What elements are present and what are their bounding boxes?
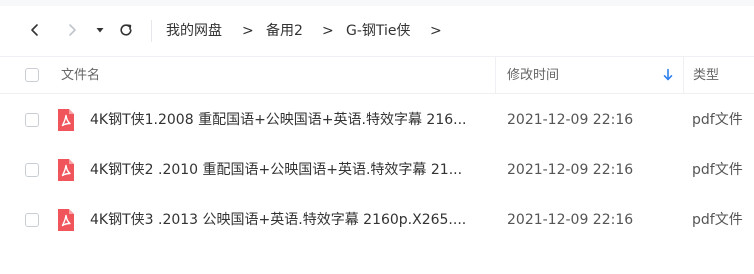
file-name: 4K钢T侠2 .2010 重配国语+公映国语+英语.特效字幕 21... <box>90 162 463 178</box>
row-checkbox[interactable] <box>25 213 39 227</box>
pdf-file-icon <box>58 209 74 231</box>
forward-button[interactable] <box>60 18 84 42</box>
chevron-left-icon <box>31 24 38 36</box>
breadcrumb-separator: > <box>430 23 442 39</box>
file-name: 4K钢T侠1.2008 重配国语+公映国语+英语.特效字幕 216... <box>90 112 467 128</box>
column-divider[interactable] <box>495 57 496 93</box>
file-type: pdf文件 <box>692 162 743 178</box>
back-button[interactable] <box>23 18 47 42</box>
file-modified-time: 2021-12-09 22:16 <box>507 112 634 128</box>
file-row[interactable]: 4K钢T侠1.2008 重配国语+公映国语+英语.特效字幕 216... 202… <box>0 95 754 145</box>
breadcrumb-folder-backup2[interactable]: 备用2 <box>266 22 303 40</box>
column-header-modified[interactable]: 修改时间 <box>507 67 559 84</box>
row-checkbox[interactable] <box>25 113 39 127</box>
column-divider[interactable] <box>683 57 684 93</box>
file-name: 4K钢T侠3 .2013 公映国语+英语.特效字幕 2160p.X265.... <box>90 212 467 228</box>
caret-down-icon <box>96 28 104 33</box>
pdf-file-icon <box>58 109 74 131</box>
breadcrumb-separator: > <box>242 23 254 39</box>
row-checkbox[interactable] <box>25 163 39 177</box>
refresh-button[interactable] <box>114 18 138 42</box>
pdf-file-icon <box>58 159 74 181</box>
file-row[interactable]: 4K钢T侠2 .2010 重配国语+公映国语+英语.特效字幕 21... 202… <box>0 145 754 195</box>
breadcrumb-folder-current[interactable]: G-钢Tie侠 <box>346 22 411 40</box>
history-dropdown-button[interactable] <box>90 18 110 42</box>
arrow-down-icon[interactable] <box>662 68 674 82</box>
file-modified-time: 2021-12-09 22:16 <box>507 212 634 228</box>
select-all-checkbox[interactable] <box>25 68 39 82</box>
refresh-icon <box>120 24 132 36</box>
nav-divider <box>151 20 152 42</box>
file-type: pdf文件 <box>692 212 743 228</box>
chevron-right-icon <box>69 24 76 36</box>
file-type: pdf文件 <box>692 112 743 128</box>
file-row[interactable]: 4K钢T侠3 .2013 公映国语+英语.特效字幕 2160p.X265....… <box>0 195 754 245</box>
file-modified-time: 2021-12-09 22:16 <box>507 162 634 178</box>
column-header-name[interactable]: 文件名 <box>61 67 100 84</box>
breadcrumb-root[interactable]: 我的网盘 <box>166 22 222 40</box>
navigation-bar: 我的网盘 > 备用2 > G-钢Tie侠 > <box>0 6 754 56</box>
breadcrumb-separator: > <box>322 23 334 39</box>
file-list-header: 文件名 修改时间 类型 <box>0 56 754 94</box>
column-header-type[interactable]: 类型 <box>693 67 719 84</box>
